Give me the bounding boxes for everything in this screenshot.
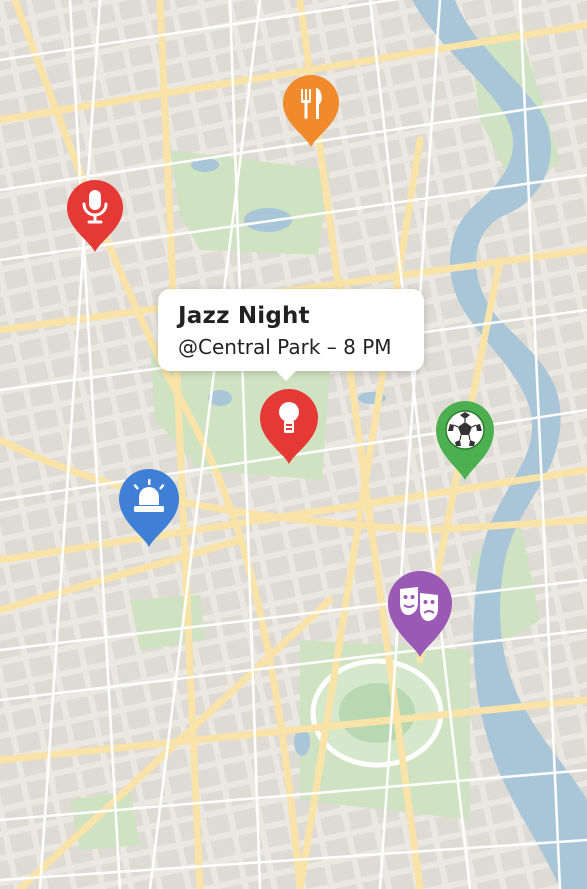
event-callout[interactable]: Jazz Night @Central Park – 8 PM <box>158 289 424 381</box>
pin-police[interactable] <box>115 465 179 547</box>
pin-restaurant[interactable] <box>279 71 343 151</box>
soccer-ball-icon <box>445 410 485 450</box>
pin-theater[interactable] <box>384 567 452 657</box>
pin-jazz-night[interactable] <box>257 386 321 466</box>
stadium-field <box>339 683 415 743</box>
event-title: Jazz Night <box>178 303 310 329</box>
pin-podcast[interactable] <box>63 176 127 256</box>
event-subtitle: @Central Park – 8 PM <box>178 335 392 359</box>
park-south-west <box>70 790 140 850</box>
pin-soccer[interactable] <box>433 398 497 480</box>
city-map[interactable]: Jazz Night @Central Park – 8 PM <box>0 0 587 889</box>
